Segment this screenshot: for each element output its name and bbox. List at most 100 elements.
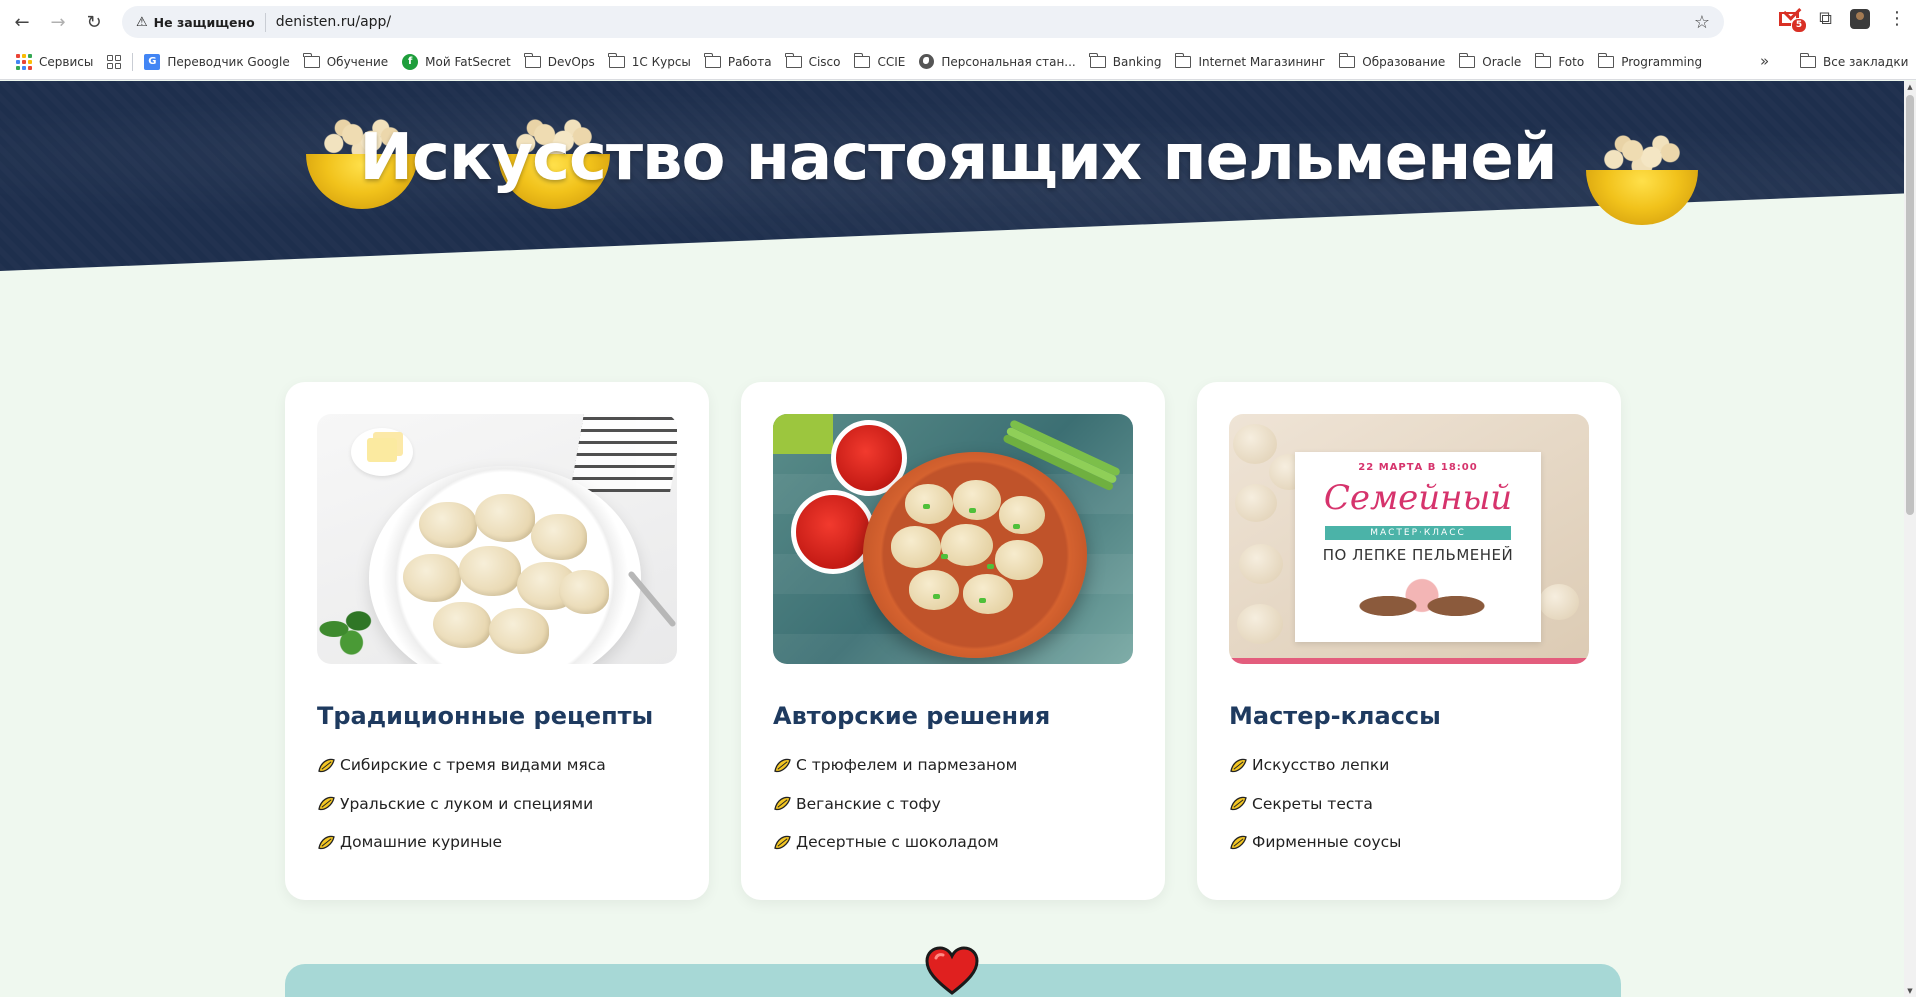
folder-icon bbox=[608, 52, 625, 68]
bookmark-folder-programming[interactable]: Programming bbox=[1591, 48, 1709, 76]
security-label: Не защищено bbox=[153, 14, 255, 30]
list-item-text: Десертные с шоколадом bbox=[796, 833, 999, 852]
dumpling-bullet-icon bbox=[774, 758, 791, 772]
bookmark-label: Banking bbox=[1112, 54, 1162, 69]
apps-icon bbox=[16, 53, 32, 70]
address-bar[interactable]: ⚠ Не защищено denisten.ru/app/ ☆ bbox=[122, 6, 1724, 38]
folder-icon bbox=[524, 52, 541, 68]
bookmark-label: Сервисы bbox=[39, 54, 94, 69]
bookmark-folder-oracle[interactable]: Oracle bbox=[1452, 48, 1528, 76]
bookmark-folder-devops[interactable]: DevOps bbox=[518, 48, 602, 76]
poster-title: Семейный bbox=[1323, 478, 1513, 518]
list-item: Фирменные соусы bbox=[1229, 823, 1589, 862]
bookmark-label: CCIE bbox=[877, 54, 906, 69]
list-item: Веганские с тофу bbox=[773, 785, 1133, 824]
poster-ribbon: МАСТЕР·КЛАСС bbox=[1325, 526, 1511, 540]
card-title: Традиционные рецепты bbox=[317, 702, 654, 730]
author-dumplings-image bbox=[773, 414, 1133, 664]
dumpling-bullet-icon bbox=[318, 758, 335, 772]
card-list: Сибирские с тремя видами мяса Уральские … bbox=[317, 746, 677, 862]
folder-icon bbox=[1534, 52, 1552, 68]
bookmark-fatsecret[interactable]: f Мой FatSecret bbox=[395, 48, 518, 76]
translate-icon: G bbox=[144, 53, 161, 70]
bookmark-folder-obrazovanie[interactable]: Образование bbox=[1332, 48, 1452, 76]
poster-subtitle: ПО ЛЕПКЕ ПЕЛЬМЕНЕЙ bbox=[1322, 546, 1514, 564]
bookmark-grid[interactable] bbox=[100, 48, 128, 76]
bookmark-label: Переводчик Google bbox=[167, 54, 290, 69]
folder-icon bbox=[1799, 53, 1816, 68]
extensions-icon[interactable]: ⧉ bbox=[1819, 8, 1832, 29]
profile-avatar[interactable] bbox=[1850, 8, 1870, 29]
folder-icon bbox=[853, 52, 871, 68]
page-scrollbar[interactable]: ▲ ▼ bbox=[1904, 81, 1916, 997]
security-chip[interactable]: ⚠ Не защищено bbox=[132, 12, 266, 32]
reload-icon[interactable]: ↻ bbox=[80, 8, 108, 36]
poster-date: 22 МАРТА В 18:00 bbox=[1358, 462, 1478, 473]
back-icon[interactable]: ← bbox=[8, 8, 36, 36]
list-item: Искусство лепки bbox=[1229, 746, 1589, 785]
heart-icon bbox=[925, 946, 979, 995]
page-viewport: Искусство настоящих пельменей Традиционн… bbox=[0, 81, 1916, 997]
bookmark-star-icon[interactable]: ☆ bbox=[1694, 12, 1710, 33]
fatsecret-icon: f bbox=[402, 53, 419, 70]
bookmark-label: DevOps bbox=[547, 54, 595, 69]
list-item-text: Уральские с луком и специями bbox=[340, 794, 594, 813]
card-master-classes[interactable]: 22 МАРТА В 18:00 Семейный МАСТЕР·КЛАСС П… bbox=[1197, 382, 1621, 900]
card-title: Мастер-классы bbox=[1229, 702, 1441, 730]
card-title: Авторские решения bbox=[773, 702, 1051, 730]
scroll-up-icon[interactable]: ▲ bbox=[1906, 83, 1914, 91]
gmail-extension-icon[interactable]: 5 bbox=[1779, 10, 1808, 33]
scrollbar-thumb[interactable] bbox=[1906, 95, 1914, 515]
dumpling-bullet-icon bbox=[774, 835, 791, 849]
bookmark-services[interactable]: Сервисы bbox=[0, 48, 100, 76]
list-item-text: Секреты теста bbox=[1252, 794, 1373, 813]
bookmark-label: Мой FatSecret bbox=[425, 54, 511, 69]
list-item-text: Фирменные соусы bbox=[1252, 833, 1402, 852]
dumpling-bullet-icon bbox=[1230, 797, 1247, 811]
list-item-text: Веганские с тофу bbox=[796, 794, 941, 813]
card-author-solutions[interactable]: Авторские решения С трюфелем и пармезано… bbox=[741, 382, 1165, 900]
list-item: Десертные с шоколадом bbox=[773, 823, 1133, 862]
scroll-down-icon[interactable]: ▼ bbox=[1906, 987, 1914, 995]
bookmark-folder-1c[interactable]: 1С Курсы bbox=[602, 48, 698, 76]
folder-icon bbox=[1089, 52, 1106, 68]
bookmark-folder-banking[interactable]: Banking bbox=[1083, 48, 1169, 76]
grid-icon bbox=[107, 54, 122, 69]
bookmark-folder-cisco[interactable]: Cisco bbox=[779, 48, 848, 76]
bookmark-personal-page[interactable]: Персональная стан... bbox=[912, 48, 1082, 76]
card-traditional-recipes[interactable]: Традиционные рецепты Сибирские с тремя в… bbox=[285, 382, 709, 900]
all-bookmarks-folder[interactable]: Все закладки bbox=[1799, 48, 1908, 76]
bookmark-label: Foto bbox=[1558, 54, 1585, 69]
folder-icon bbox=[1458, 52, 1476, 68]
bookmark-label: Internet Магазининг bbox=[1198, 54, 1326, 69]
bookmark-folder-work[interactable]: Работа bbox=[698, 48, 779, 76]
list-item-text: Искусство лепки bbox=[1252, 756, 1390, 775]
bookmark-folder-ccie[interactable]: CCIE bbox=[847, 48, 912, 76]
bookmark-folder-education[interactable]: Обучение bbox=[297, 48, 395, 76]
more-bookmarks-icon[interactable]: » bbox=[1756, 48, 1773, 74]
list-item: Секреты теста bbox=[1229, 785, 1589, 824]
list-item-text: С трюфелем и пармезаном bbox=[796, 756, 1018, 775]
traditional-dumplings-image bbox=[317, 414, 677, 664]
url-text[interactable]: denisten.ru/app/ bbox=[276, 14, 391, 30]
warning-icon: ⚠ bbox=[136, 14, 148, 30]
bookmark-folder-foto[interactable]: Foto bbox=[1528, 48, 1591, 76]
bookmark-separator bbox=[132, 52, 134, 71]
notification-badge: 5 bbox=[1790, 17, 1808, 33]
browser-menu-icon[interactable]: ⋮ bbox=[1888, 8, 1906, 29]
forward-icon[interactable]: → bbox=[44, 8, 72, 36]
features-section: Традиционные рецепты Сибирские с тремя в… bbox=[285, 382, 1621, 900]
folder-icon bbox=[1597, 52, 1615, 68]
bookmark-google-translate[interactable]: G Переводчик Google bbox=[137, 48, 296, 76]
bookmark-folder-internet-shopping[interactable]: Internet Магазининг bbox=[1168, 48, 1332, 76]
folder-icon bbox=[1174, 52, 1192, 68]
bookmark-label: Cisco bbox=[808, 54, 841, 69]
bookmark-label: Персональная стан... bbox=[941, 54, 1076, 69]
folder-icon bbox=[785, 52, 802, 68]
list-item: С трюфелем и пармезаном bbox=[773, 746, 1133, 785]
list-item: Уральские с луком и специями bbox=[317, 785, 677, 824]
list-item: Домашние куриные bbox=[317, 823, 677, 862]
dumpling-bullet-icon bbox=[774, 797, 791, 811]
bookmark-label: Образование bbox=[1362, 54, 1446, 69]
card-list: Искусство лепки Секреты теста Фирменные … bbox=[1229, 746, 1589, 862]
